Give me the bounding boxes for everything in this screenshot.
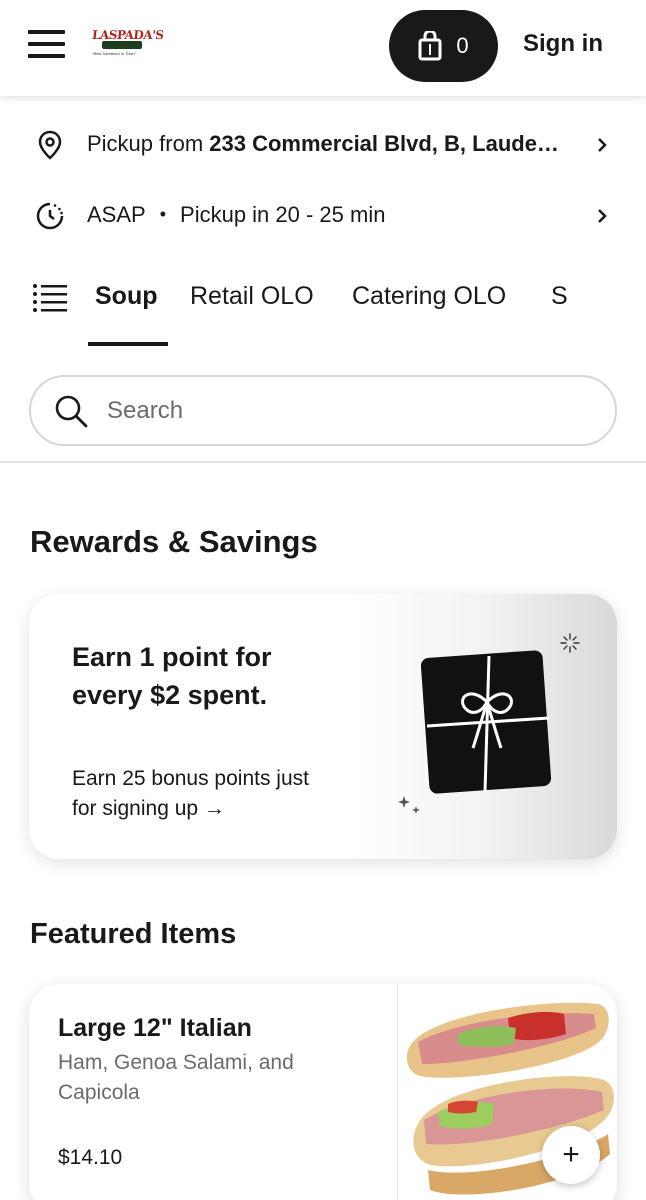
brand-logo-tagline: "Best Sandwich in Town" [92, 51, 137, 56]
sparkle-stars-icon [398, 796, 420, 814]
hamburger-icon [28, 30, 65, 34]
asap-label: ASAP [87, 202, 146, 227]
section-divider [0, 461, 646, 463]
pickup-address: 233 Commercial Blvd, B, Laude… [209, 131, 559, 156]
search-bar[interactable] [29, 375, 617, 446]
sparkle-icon [560, 633, 580, 653]
hamburger-menu-button[interactable] [28, 30, 65, 60]
pickup-time-text: ASAP • Pickup in 20 - 25 min [87, 202, 385, 228]
featured-section-title: Featured Items [30, 918, 237, 950]
sign-in-link[interactable]: Sign in [523, 30, 603, 58]
hamburger-icon-line [28, 42, 65, 46]
location-pin-icon [38, 130, 62, 160]
item-price: $14.10 [58, 1146, 123, 1169]
tab-soup[interactable]: Soup [95, 282, 158, 311]
add-to-cart-button[interactable]: + [542, 1126, 600, 1184]
chevron-right-icon [598, 138, 607, 152]
separator-dot: • [159, 204, 167, 224]
search-icon [55, 395, 88, 428]
rewards-card[interactable]: Earn 1 point for every $2 spent. Earn 25… [29, 594, 617, 859]
item-description: Ham, Genoa Salami, and Capicola [58, 1051, 294, 1104]
rewards-headline: Earn 1 point for every $2 spent. [72, 642, 272, 710]
pickup-prefix: Pickup from [87, 131, 210, 156]
pickup-address-row[interactable]: Pickup from 233 Commercial Blvd, B, Laud… [0, 114, 646, 174]
cart-count: 0 [456, 33, 469, 58]
search-input[interactable] [107, 389, 587, 433]
category-list-icon[interactable] [32, 282, 68, 314]
tab-retail-olo[interactable]: Retail OLO [190, 282, 314, 311]
shopping-bag-icon [418, 31, 442, 61]
app-header: LASPADA'S "Best Sandwich in Town" 0 Sign… [0, 0, 646, 96]
tab-catering-olo[interactable]: Catering OLO [352, 282, 506, 311]
category-tabs: Soup Retail OLO Catering OLO S [0, 266, 646, 346]
hamburger-icon-line [28, 54, 65, 58]
cart-button[interactable]: 0 [389, 10, 498, 82]
active-tab-indicator [88, 342, 168, 346]
rewards-signup-link[interactable]: Earn 25 bonus points just for signing up… [72, 764, 332, 824]
featured-item-card[interactable]: Large 12" Italian Ham, Genoa Salami, and… [29, 984, 617, 1200]
clock-icon [36, 202, 64, 230]
gift-icon [420, 650, 552, 794]
brand-logo-name: LASPADA'S [91, 28, 165, 42]
brand-logo[interactable]: LASPADA'S "Best Sandwich in Town" [88, 26, 164, 62]
brand-logo-banner [102, 41, 142, 49]
pickup-eta: Pickup in 20 - 25 min [180, 202, 386, 227]
chevron-right-icon [598, 209, 607, 223]
pickup-address-text: Pickup from 233 Commercial Blvd, B, Laud… [87, 131, 559, 157]
tab-s-partial[interactable]: S [551, 282, 568, 311]
item-name: Large 12" Italian [58, 1014, 252, 1042]
rewards-section-title: Rewards & Savings [30, 524, 318, 559]
pickup-time-row[interactable]: ASAP • Pickup in 20 - 25 min [0, 185, 646, 245]
